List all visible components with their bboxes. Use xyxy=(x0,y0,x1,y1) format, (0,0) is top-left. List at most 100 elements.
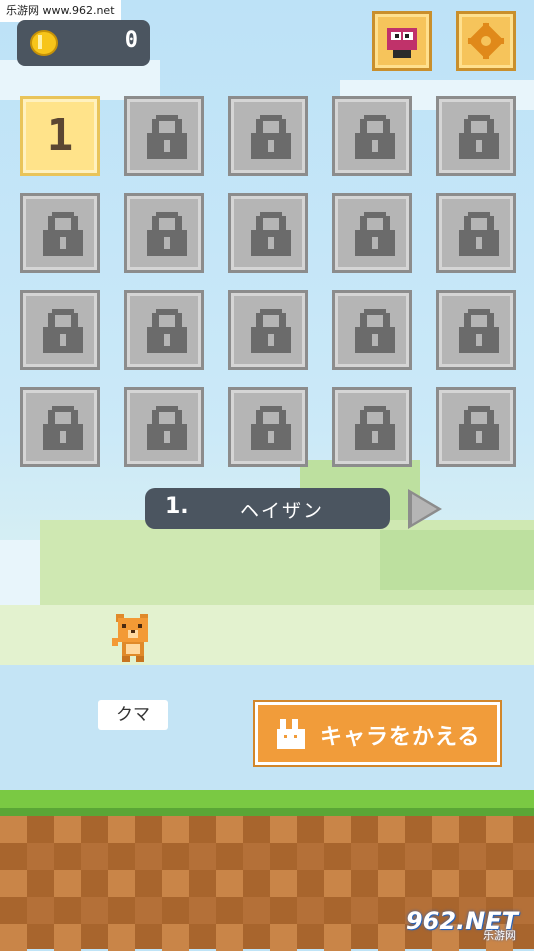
dirt-block xyxy=(108,924,135,951)
rabbit-icon xyxy=(277,719,305,749)
dirt-block xyxy=(162,924,189,951)
stage-tile-unlocked[interactable]: 1 xyxy=(20,96,100,176)
stage-tile-locked[interactable] xyxy=(436,193,516,273)
hill xyxy=(0,605,534,665)
dirt-block xyxy=(324,816,351,843)
lock-icon xyxy=(459,406,499,450)
lock-icon xyxy=(43,406,83,450)
lock-icon xyxy=(251,309,291,353)
dirt-block xyxy=(405,843,432,870)
lock-icon xyxy=(251,212,291,256)
dirt-block xyxy=(459,843,486,870)
dirt-block xyxy=(0,924,27,951)
lock-icon xyxy=(147,212,187,256)
coin-icon xyxy=(30,30,58,56)
bear-character xyxy=(112,614,148,662)
dirt-block xyxy=(243,897,270,924)
stage-tile-locked[interactable] xyxy=(20,290,100,370)
dirt-block xyxy=(54,870,81,897)
stage-tile-locked[interactable] xyxy=(228,290,308,370)
dirt-block xyxy=(297,897,324,924)
lock-icon xyxy=(459,115,499,159)
dirt-block xyxy=(486,870,513,897)
stage-tile-locked[interactable] xyxy=(124,387,204,467)
change-character-button[interactable]: キャラをかえる xyxy=(255,702,500,765)
stage-tile-locked[interactable] xyxy=(436,290,516,370)
lock-icon xyxy=(147,115,187,159)
dirt-block xyxy=(378,816,405,843)
dirt-block xyxy=(513,843,534,870)
stage-tile-locked[interactable] xyxy=(124,193,204,273)
dirt-block xyxy=(81,843,108,870)
lock-icon xyxy=(147,406,187,450)
coin-count: 0 xyxy=(124,28,138,53)
dirt-block xyxy=(324,870,351,897)
lock-icon xyxy=(43,309,83,353)
settings-button[interactable] xyxy=(456,11,516,71)
lock-icon xyxy=(251,406,291,450)
stage-tile-locked[interactable] xyxy=(228,193,308,273)
stage-tile-locked[interactable] xyxy=(124,96,204,176)
stage-tile-locked[interactable] xyxy=(436,387,516,467)
dirt-block xyxy=(162,870,189,897)
character-name-label: クマ xyxy=(98,700,168,730)
dirt-block xyxy=(270,924,297,951)
lock-icon xyxy=(147,309,187,353)
dirt-block xyxy=(0,870,27,897)
stage-tile-locked[interactable] xyxy=(20,387,100,467)
dirt-block xyxy=(0,816,27,843)
dirt-block xyxy=(351,897,378,924)
stage-tile-locked[interactable] xyxy=(436,96,516,176)
lock-icon xyxy=(43,212,83,256)
character-shop-button[interactable] xyxy=(372,11,432,71)
dirt-block xyxy=(324,924,351,951)
lock-icon xyxy=(459,309,499,353)
watermark-sub: 乐游网 xyxy=(483,929,516,942)
next-stage-arrow-inner xyxy=(412,494,437,524)
dirt-block xyxy=(351,843,378,870)
dirt-block xyxy=(54,924,81,951)
stage-tile-number: 1 xyxy=(46,110,74,161)
stage-number: 1. xyxy=(165,494,189,519)
dirt-block xyxy=(27,897,54,924)
stage-tile-locked[interactable] xyxy=(228,387,308,467)
cloud xyxy=(0,60,160,100)
dirt-block xyxy=(189,897,216,924)
dirt-block xyxy=(108,870,135,897)
dirt-block xyxy=(27,843,54,870)
change-character-label: キャラをかえる xyxy=(320,725,481,750)
dirt-block xyxy=(108,816,135,843)
dirt-block xyxy=(432,870,459,897)
stage-tile-locked[interactable] xyxy=(20,193,100,273)
dirt-block xyxy=(135,897,162,924)
grass-edge xyxy=(0,808,534,816)
dirt-block xyxy=(270,870,297,897)
dirt-block xyxy=(270,816,297,843)
stage-name: ヘイザン xyxy=(240,500,325,522)
stage-tile-locked[interactable] xyxy=(332,193,412,273)
gear-icon xyxy=(467,22,505,60)
dirt-block xyxy=(297,843,324,870)
lock-icon xyxy=(355,115,395,159)
lock-icon xyxy=(459,212,499,256)
dirt-block xyxy=(216,816,243,843)
coin-counter: 0 xyxy=(17,20,150,66)
dirt-block xyxy=(243,843,270,870)
dirt-block xyxy=(189,843,216,870)
stage-tile-locked[interactable] xyxy=(124,290,204,370)
stage-tile-locked[interactable] xyxy=(332,96,412,176)
dirt-block xyxy=(486,816,513,843)
stage-tile-locked[interactable] xyxy=(228,96,308,176)
dirt-block xyxy=(81,897,108,924)
character-icon xyxy=(387,28,417,58)
stage-tile-locked[interactable] xyxy=(332,387,412,467)
stage-tile-locked[interactable] xyxy=(332,290,412,370)
lock-icon xyxy=(355,406,395,450)
stage-selector: 1. ヘイザン xyxy=(145,488,390,529)
dirt-block xyxy=(432,816,459,843)
hill xyxy=(380,530,534,590)
dirt-block xyxy=(378,924,405,951)
site-logo-watermark: 962.NET 乐游网 xyxy=(404,901,528,943)
dirt-block xyxy=(378,870,405,897)
site-watermark: 乐游网 www.962.net xyxy=(0,0,121,22)
